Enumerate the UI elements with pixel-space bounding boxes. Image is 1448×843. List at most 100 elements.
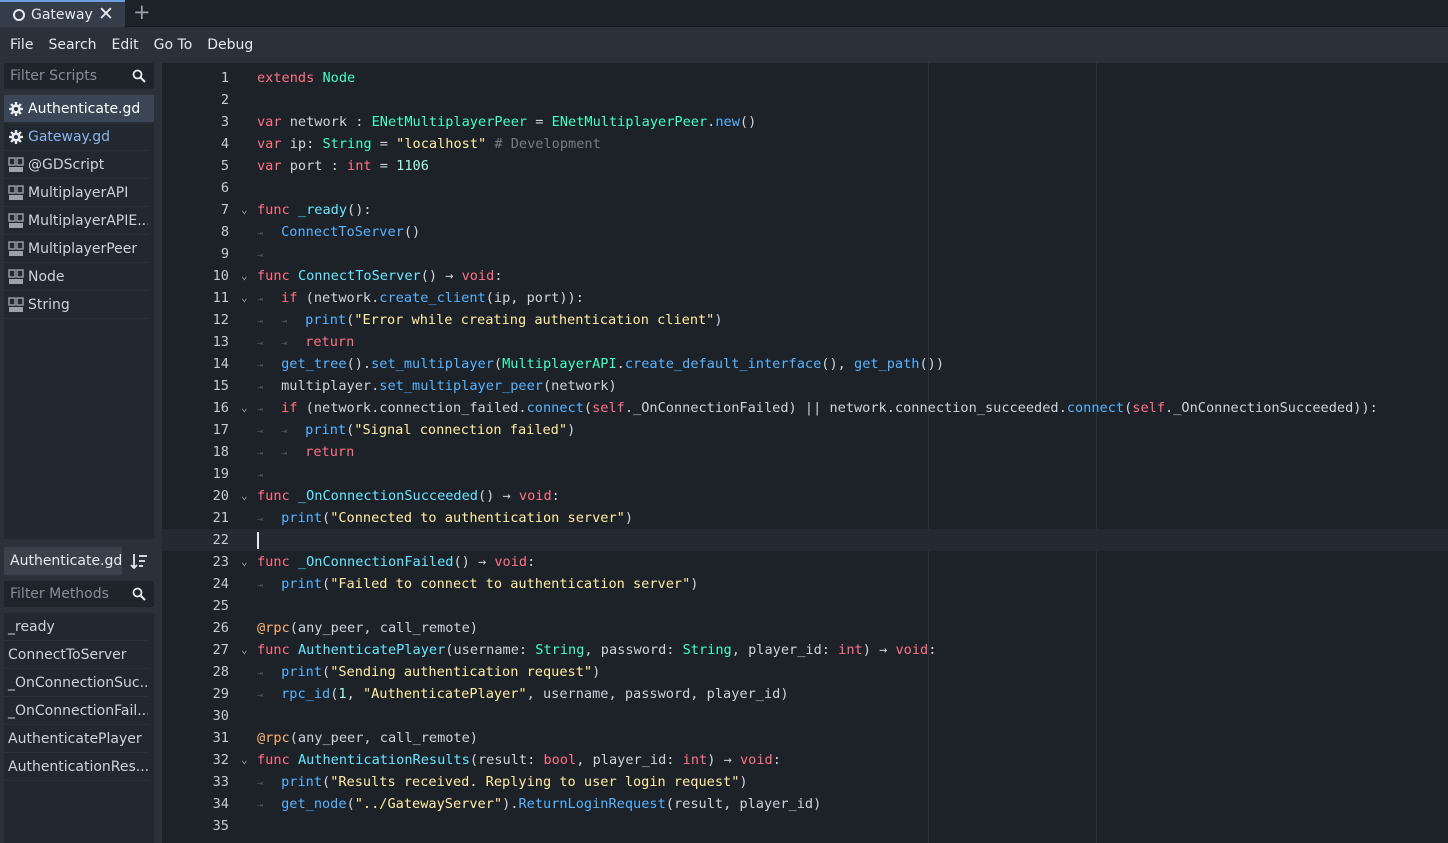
script-item[interactable]: Authenticate.gd: [4, 95, 154, 123]
code-line[interactable]: 13 ⇥ ⇥ return: [162, 331, 1448, 353]
fold-chevron-icon[interactable]: ⌄: [241, 485, 248, 507]
code-line[interactable]: 27 ⌄ func AuthenticatePlayer(username: Str…: [162, 639, 1448, 661]
filter-methods-input[interactable]: [10, 586, 128, 602]
line-number: 13: [212, 334, 229, 350]
sort-icon[interactable]: [130, 552, 148, 570]
code-line[interactable]: 14 ⇥ get_tree().set_multiplayer(Multiplaye…: [162, 353, 1448, 375]
code-text: ⇥ print("Failed to connect to authenticat…: [257, 573, 698, 597]
code-text: ⇥ ⇥ return: [257, 331, 354, 355]
tab-indent-icon: ⇥: [257, 426, 264, 437]
new-tab-plus-icon[interactable]: +: [133, 1, 151, 23]
code-text: func ConnectToServer() → void:: [257, 265, 503, 287]
script-item[interactable]: Node: [4, 263, 148, 291]
code-line[interactable]: 18 ⇥ ⇥ return: [162, 441, 1448, 463]
gear-icon: [9, 101, 23, 116]
code-line[interactable]: 10 ⌄ func ConnectToServer() → void:: [162, 265, 1448, 287]
fold-chevron-icon[interactable]: ⌄: [241, 639, 248, 661]
code-line[interactable]: 28 ⇥ print("Sending authentication request…: [162, 661, 1448, 683]
menu-go-to[interactable]: Go To: [154, 37, 193, 53]
code-text: var ip: String = "localhost" # Developme…: [257, 133, 601, 155]
code-line[interactable]: 1 extends Node: [162, 67, 1448, 89]
code-line[interactable]: 33 ⇥ print("Results received. Replying to …: [162, 771, 1448, 793]
code-line[interactable]: 5 var port : int = 1106: [162, 155, 1448, 177]
code-token: int: [347, 158, 372, 174]
code-line[interactable]: 23 ⌄ func _OnConnectionFailed() → void:: [162, 551, 1448, 573]
method-item[interactable]: ConnectToServer: [4, 641, 148, 669]
code-text: func _OnConnectionFailed() → void:: [257, 551, 535, 573]
script-item[interactable]: MultiplayerAPI: [4, 179, 148, 207]
code-token: self: [1132, 400, 1166, 416]
method-item[interactable]: _ready: [4, 613, 148, 641]
code-line[interactable]: 30: [162, 705, 1448, 727]
code-line[interactable]: 35: [162, 815, 1448, 837]
method-item[interactable]: _OnConnectionFail...: [4, 697, 148, 725]
code-line[interactable]: 17 ⇥ ⇥ print("Signal connection failed"): [162, 419, 1448, 441]
fold-chevron-icon[interactable]: ⌄: [241, 397, 248, 419]
menu-file[interactable]: File: [10, 37, 33, 53]
menu-search[interactable]: Search: [48, 37, 96, 53]
code-editor[interactable]: 1 extends Node 2 3 var network : ENetMultipl…: [162, 63, 1448, 843]
code-line[interactable]: 9 ⇥: [162, 243, 1448, 265]
line-number: 1: [220, 70, 229, 86]
fold-chevron-icon[interactable]: ⌄: [241, 287, 248, 309]
code-line[interactable]: 26 @rpc(any_peer, call_remote): [162, 617, 1448, 639]
doc-icon: [8, 296, 24, 312]
script-item[interactable]: MultiplayerPeer: [4, 235, 148, 263]
filter-scripts-box: [4, 63, 154, 89]
method-item[interactable]: AuthenticationRes...: [4, 753, 148, 781]
code-token: AuthenticationResults: [297, 752, 470, 768]
code-token: "localhost": [396, 136, 487, 152]
code-line[interactable]: 25: [162, 595, 1448, 617]
code-token: func: [257, 202, 290, 218]
code-line[interactable]: 24 ⇥ print("Failed to connect to authentic…: [162, 573, 1448, 595]
code-line[interactable]: 19 ⇥: [162, 463, 1448, 485]
code-line[interactable]: 34 ⇥ get_node("../GatewayServer").ReturnLo…: [162, 793, 1448, 815]
script-item[interactable]: @GDScript: [4, 151, 148, 179]
code-line[interactable]: 15 ⇥ multiplayer.set_multiplayer_peer(netw…: [162, 375, 1448, 397]
script-item[interactable]: MultiplayerAPIE...: [4, 207, 148, 235]
code-token: (username:: [445, 642, 536, 658]
code-line[interactable]: 20 ⌄ func _OnConnectionSucceeded() → void:: [162, 485, 1448, 507]
code-token: ENetMultiplayerPeer: [371, 114, 528, 130]
code-line[interactable]: 3 var network : ENetMultiplayerPeer = ENe…: [162, 111, 1448, 133]
code-line[interactable]: 21 ⇥ print("Connected to authentication se…: [162, 507, 1448, 529]
filter-scripts-input[interactable]: [10, 68, 128, 84]
code-line[interactable]: 7 ⌄ func _ready():: [162, 199, 1448, 221]
code-token: "Sending authentication request": [330, 664, 593, 680]
script-item[interactable]: Gateway.gd: [4, 123, 148, 151]
fold-chevron-icon[interactable]: ⌄: [241, 199, 248, 221]
menu-edit[interactable]: Edit: [112, 37, 139, 53]
method-item[interactable]: _OnConnectionSuc...: [4, 669, 148, 697]
code-line[interactable]: 31 @rpc(any_peer, call_remote): [162, 727, 1448, 749]
code-line[interactable]: 8 ⇥ ConnectToServer(): [162, 221, 1448, 243]
fold-chevron-icon[interactable]: ⌄: [241, 265, 248, 287]
script-item[interactable]: String: [4, 291, 148, 319]
code-line[interactable]: 29 ⇥ rpc_id(1, "AuthenticatePlayer", usern…: [162, 683, 1448, 705]
close-icon[interactable]: ✕: [98, 5, 114, 24]
code-line[interactable]: 2: [162, 89, 1448, 111]
code-token: (result:: [469, 752, 544, 768]
code-text: ⇥ multiplayer.set_multiplayer_peer(networ…: [257, 375, 617, 399]
code-token: var: [257, 114, 282, 130]
code-line[interactable]: 16 ⌄ ⇥ if (network.connection_failed.connec…: [162, 397, 1448, 419]
code-token: ip:: [281, 136, 323, 152]
fold-chevron-icon[interactable]: ⌄: [241, 749, 248, 771]
code-token: "Error while creating authentication cli…: [354, 312, 715, 328]
code-token: _OnConnectionFailed: [297, 554, 454, 570]
line-number: 8: [220, 224, 229, 240]
code-token: ): [714, 312, 723, 328]
menu-debug[interactable]: Debug: [207, 37, 253, 53]
method-item[interactable]: AuthenticatePlayer: [4, 725, 148, 753]
code-line[interactable]: 22: [162, 529, 1448, 551]
code-line[interactable]: 4 var ip: String = "localhost" # Developm…: [162, 133, 1448, 155]
code-line[interactable]: 12 ⇥ ⇥ print("Error while creating authenti…: [162, 309, 1448, 331]
code-token: func: [257, 554, 290, 570]
code-line[interactable]: 6: [162, 177, 1448, 199]
script-sidebar: Authenticate.gd Gateway.gd @GDScript Multip…: [0, 63, 162, 843]
doc-icon: [8, 212, 24, 228]
code-line[interactable]: 32 ⌄ func AuthenticationResults(result: bo…: [162, 749, 1448, 771]
search-icon: [132, 587, 146, 601]
tab-gateway[interactable]: Gateway ✕: [0, 0, 125, 27]
code-line[interactable]: 11 ⌄ ⇥ if (network.create_client(ip, port))…: [162, 287, 1448, 309]
fold-chevron-icon[interactable]: ⌄: [241, 551, 248, 573]
